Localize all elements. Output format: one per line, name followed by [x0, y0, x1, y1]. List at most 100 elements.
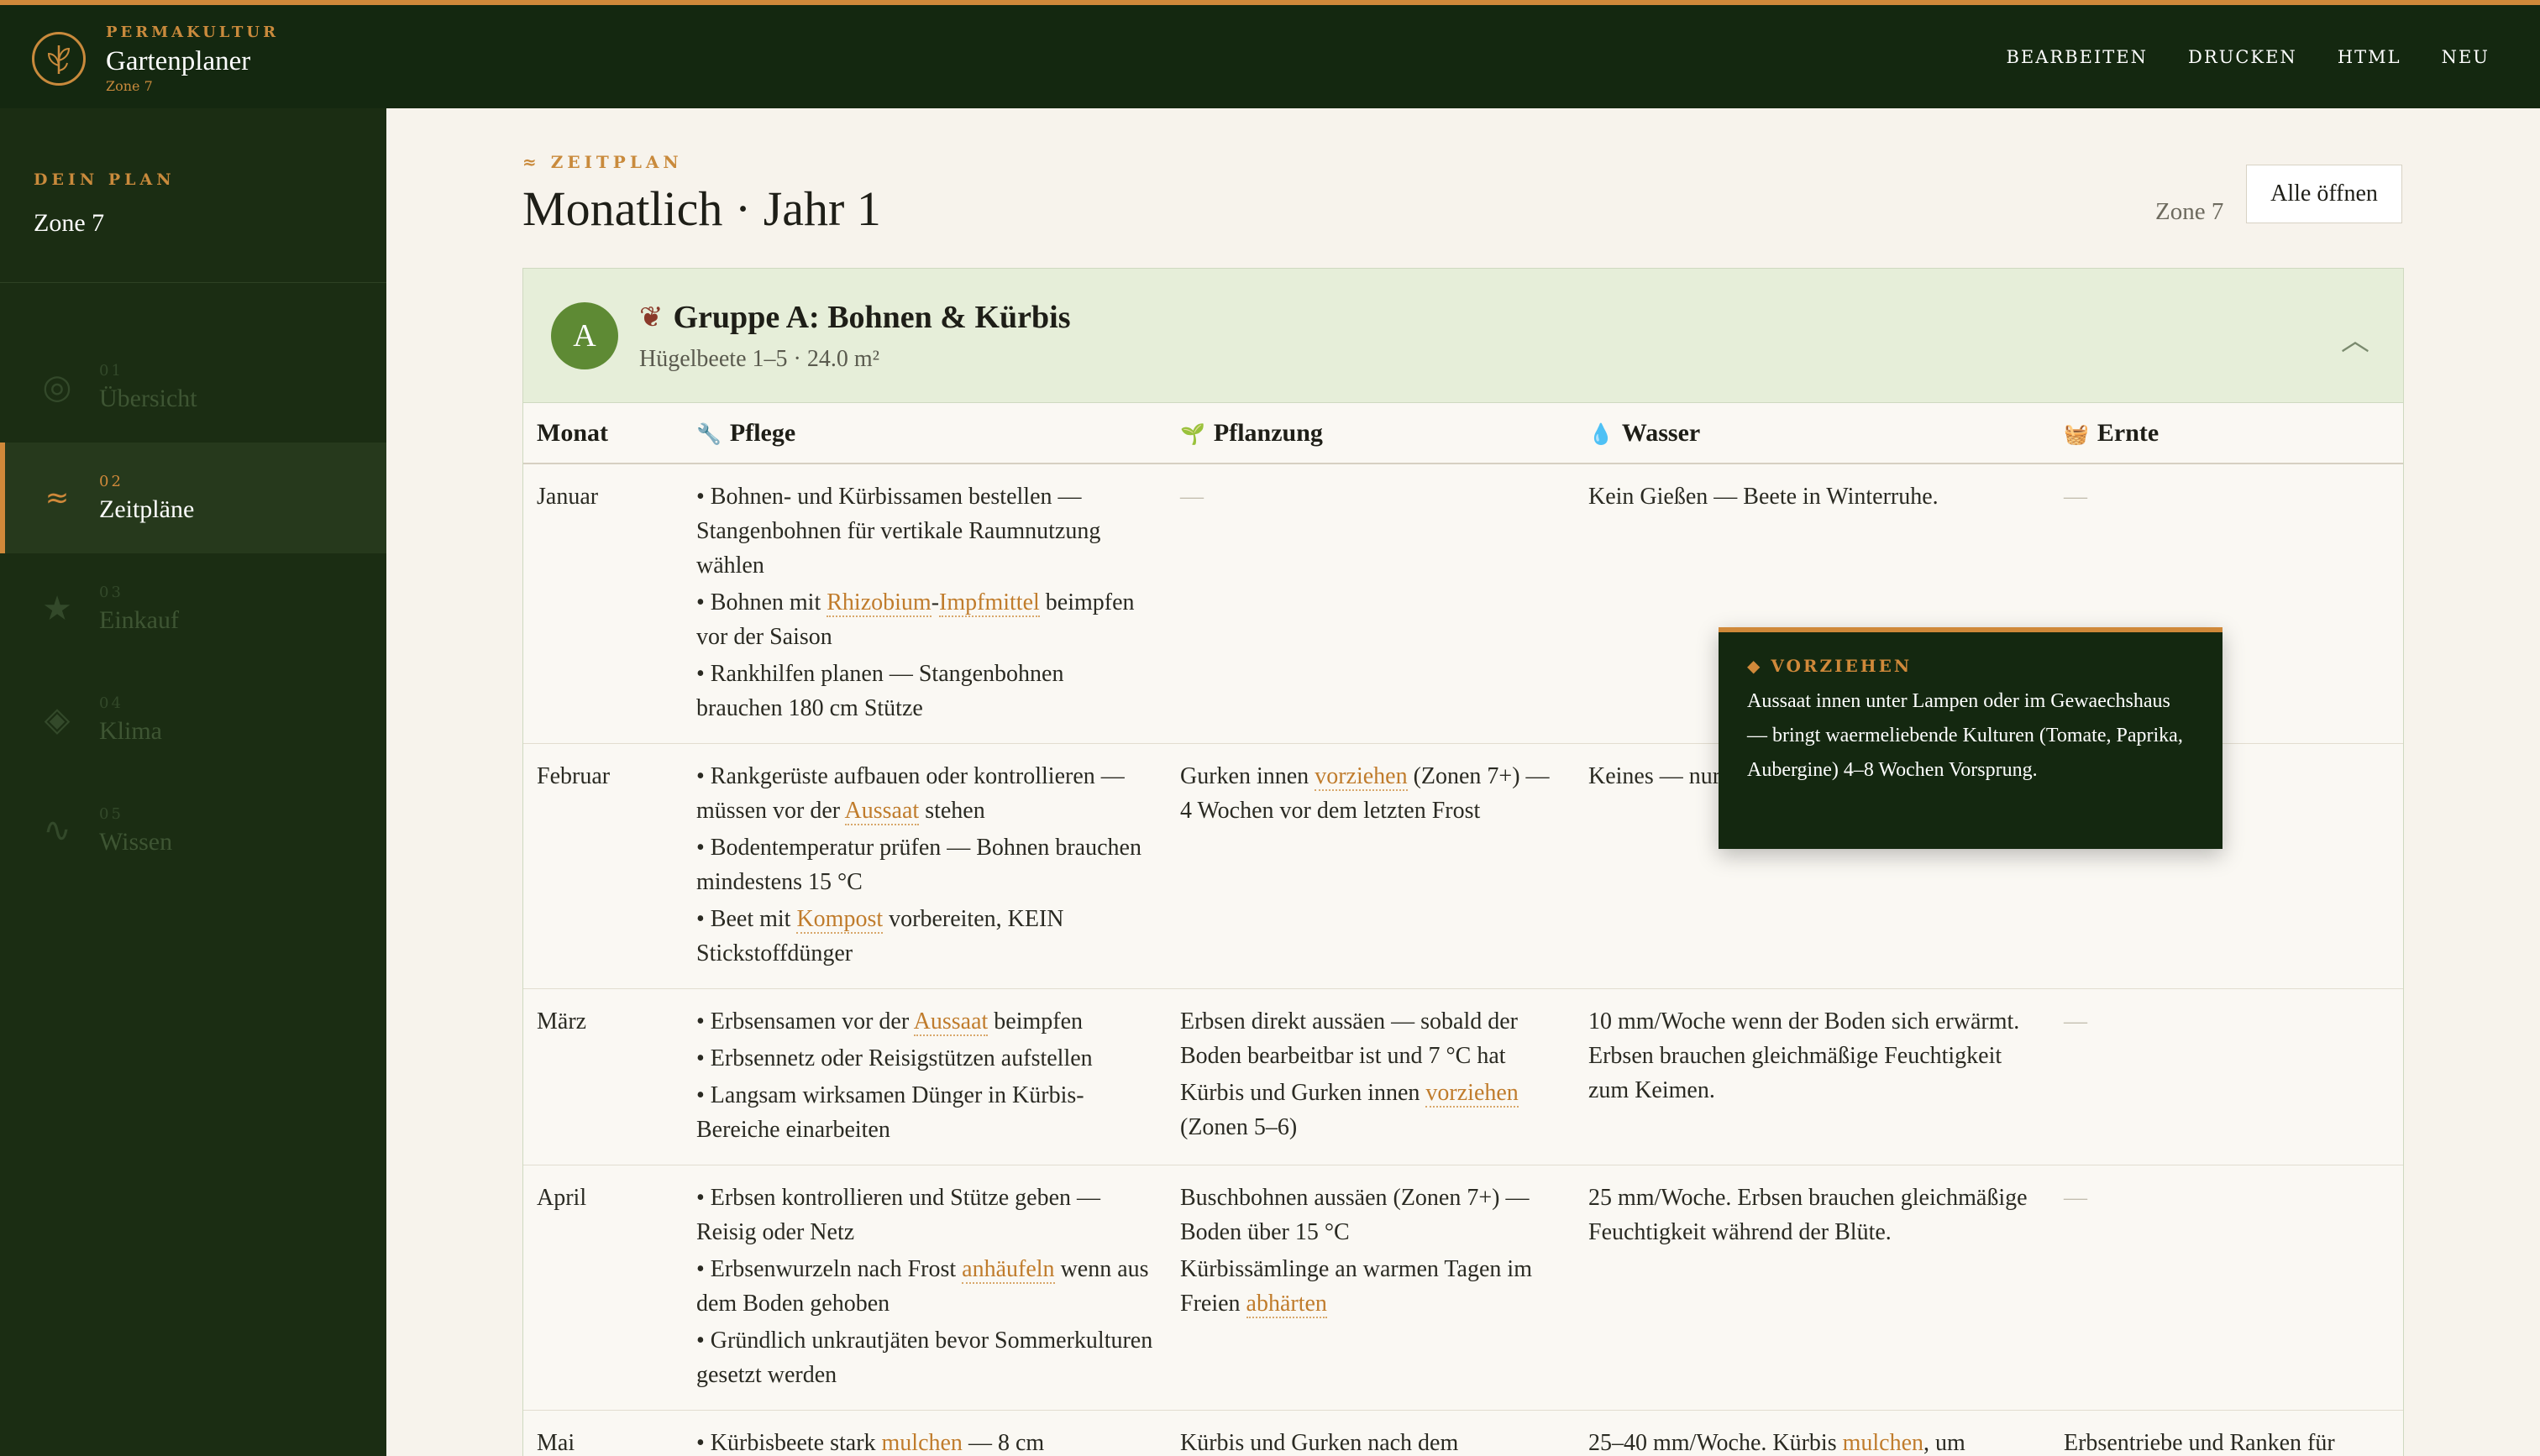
sidebar-item-schedules[interactable]: ≈02 Zeitpläne	[0, 443, 386, 553]
cell-line: Erbsen direkt aussäen — sobald der Boden…	[1180, 1004, 1561, 1073]
cell-text: • Gründlich unkrautjäten bevor Sommerkul…	[696, 1328, 1153, 1388]
glossary-link[interactable]: mulchen	[1842, 1430, 1924, 1456]
tooltip-text: Aussaat innen unter Lampen oder im Gewae…	[1747, 690, 2183, 781]
cell-text: Gurken innen	[1180, 763, 1315, 789]
top-nav: BEARBEITEN DRUCKEN HTML NEU	[2006, 47, 2490, 67]
sidebar-plan-zone: Zone 7	[34, 209, 105, 237]
glossary-link[interactable]: vorziehen	[1425, 1080, 1519, 1108]
cell-line: Kürbis und Gurken nach dem	[1180, 1426, 1561, 1456]
planting-cell: Buschbohnen aussäen (Zonen 7+) — Boden ü…	[1167, 1165, 1575, 1411]
planting-cell: Kürbis und Gurken nach dem	[1167, 1410, 1575, 1456]
brand-eyebrow: PERMAKULTUR	[106, 24, 280, 41]
table-row: März • Erbsensamen vor der Aussaat beimpf…	[523, 988, 2403, 1165]
planting-cell: —	[1167, 464, 1575, 744]
group-title-text: Gruppe A: Bohnen & Kürbis	[673, 300, 1071, 335]
column-header: Monat	[523, 403, 683, 464]
zone-label: Zone 7	[2155, 198, 2224, 225]
cell-text: • Erbsennetz oder Reisigstützen aufstell…	[696, 1045, 1093, 1071]
nav-edit-button[interactable]: BEARBEITEN	[2006, 47, 2148, 67]
glossary-link[interactable]: Kompost	[796, 906, 884, 934]
climate-icon: ◈	[44, 700, 71, 739]
harvest-cell: Erbsentriebe und Ranken für	[2050, 1410, 2403, 1456]
glossary-link[interactable]: Aussaat	[913, 1008, 989, 1036]
cell-line: • Bohnen mit Rhizobium-Impfmittel beimpf…	[696, 585, 1153, 654]
nav-html-button[interactable]: HTML	[2338, 47, 2401, 67]
month-label: Februar	[537, 763, 611, 789]
planting-cell: Gurken innen vorziehen (Zonen 7+) — 4 Wo…	[1167, 743, 1575, 989]
cell-line: • Erbsensamen vor der Aussaat beimpfen	[696, 1004, 1153, 1039]
main-content: ≈ ZEITPLAN Monatlich · Jahr 1 Zone 7 All…	[386, 108, 2540, 1456]
cell-text: beimpfen	[988, 1008, 1084, 1034]
brand-zone: Zone 7	[106, 78, 153, 94]
cell-line: • Bohnen- und Kürbissamen bestellen — St…	[696, 479, 1153, 583]
cell-text: Kürbis und Gurken nach dem	[1180, 1430, 1459, 1456]
group-badge: A	[551, 302, 618, 369]
wrench-icon: 🔧	[696, 422, 722, 446]
cell-line: • Beet mit Kompost vorbereiten, KEIN Sti…	[696, 902, 1153, 971]
sidebar-item-label: Übersicht	[99, 384, 197, 412]
nav-print-button[interactable]: DRUCKEN	[2188, 47, 2297, 67]
sidebar-item-climate[interactable]: ◈ 04 Klima	[0, 664, 386, 775]
cell-line: • Erbsen kontrollieren und Stütze geben …	[696, 1181, 1153, 1249]
sidebar-item-overview[interactable]: ◎ 01 Übersicht	[0, 332, 386, 443]
column-header: 🌱 Pflanzung	[1167, 403, 1575, 464]
column-header: 🔧 Pflege	[683, 403, 1167, 464]
sidebar-item-number: 04	[99, 694, 123, 712]
star-icon: ★	[42, 589, 72, 628]
cell-line: • Bodentemperatur prüfen — Bohnen brauch…	[696, 830, 1153, 899]
sidebar-item-knowledge[interactable]: ∿ 05 Wissen	[0, 775, 386, 886]
harvest-cell: —	[2050, 988, 2403, 1165]
sidebar-item-label: Einkauf	[99, 605, 179, 634]
cell-text: Kürbissämlinge an warmen Tagen im Freien	[1180, 1256, 1532, 1317]
glossary-link[interactable]: Rhizobium	[827, 589, 932, 617]
glossary-link[interactable]: mulchen	[881, 1430, 963, 1456]
glossary-link[interactable]: Aussaat	[844, 798, 920, 825]
cell-text: Buschbohnen aussäen (Zonen 7+) — Boden ü…	[1180, 1185, 1530, 1245]
cell-line: • Gründlich unkrautjäten bevor Sommerkul…	[696, 1323, 1153, 1392]
glossary-link[interactable]: vorziehen	[1315, 763, 1408, 791]
cell-line: —	[2064, 479, 2390, 514]
cell-text: stehen	[919, 798, 985, 824]
glossary-link[interactable]: anhäufeln	[962, 1256, 1055, 1284]
cell-line: • Erbsennetz oder Reisigstützen aufstell…	[696, 1041, 1153, 1076]
cell-text: • Bodentemperatur prüfen — Bohnen brauch…	[696, 835, 1141, 895]
care-cell: • Erbsensamen vor der Aussaat beimpfen • …	[683, 988, 1167, 1165]
glossary-link[interactable]: abhärten	[1246, 1291, 1327, 1318]
cell-text: — 8 cm	[962, 1430, 1045, 1456]
sidebar-item-label: Wissen	[99, 827, 173, 856]
brand[interactable]: PERMAKULTUR Gartenplaner Zone 7	[32, 24, 279, 94]
harvest-cell: —	[2050, 1165, 2403, 1411]
month-label: Mai	[537, 1430, 575, 1456]
water-cell: 25 mm/Woche. Erbsen brauchen gleichmäßig…	[1575, 1165, 2050, 1411]
column-header: 🧺 Ernte	[2050, 403, 2403, 464]
cell-text: • Langsam wirksamen Dünger in Kürbis-Ber…	[696, 1082, 1084, 1143]
water-cell: 10 mm/Woche wenn der Boden sich erwärmt.…	[1575, 988, 2050, 1165]
sidebar-plan-label: DEIN PLAN	[34, 170, 176, 189]
glossary-link[interactable]: Impfmittel	[939, 589, 1040, 617]
chevron-up-icon[interactable]: ︿	[2341, 317, 2369, 359]
empty-dash: —	[2064, 1185, 2087, 1211]
cell-text: Kürbis und Gurken innen	[1180, 1080, 1426, 1106]
nav-new-button[interactable]: NEU	[2442, 47, 2490, 67]
month-cell: Februar	[523, 743, 683, 989]
cell-text: • Beet mit	[696, 906, 797, 932]
knowledge-icon: ∿	[43, 811, 71, 850]
group-header[interactable]: A ❦ Gruppe A: Bohnen & Kürbis Hügelbeete…	[523, 269, 2403, 403]
cell-line: • Rankgerüste aufbauen oder kontrolliere…	[696, 759, 1153, 828]
sidebar-item-shopping[interactable]: ★ 03 Einkauf	[0, 553, 386, 664]
top-bar: PERMAKULTUR Gartenplaner Zone 7 BEARBEIT…	[0, 0, 2540, 108]
cell-text: • Erbsensamen vor der	[696, 1008, 914, 1034]
sidebar-item-number: 02	[99, 472, 123, 490]
cell-text: • Erbsenwurzeln nach Frost	[696, 1256, 963, 1282]
sidebar-item-label: Zeitpläne	[99, 495, 195, 523]
column-header-label: Monat	[537, 418, 608, 447]
cell-line: 25–40 mm/Woche. Kürbis mulchen, um	[1588, 1426, 2037, 1456]
cell-text: Erbsen direkt aussäen — sobald der Boden…	[1180, 1008, 1518, 1069]
month-label: März	[537, 1008, 587, 1034]
month-cell: April	[523, 1165, 683, 1411]
table-body: Januar • Bohnen- und Kürbissamen bestelle…	[523, 464, 2403, 1456]
cell-line: • Langsam wirksamen Dünger in Kürbis-Ber…	[696, 1078, 1153, 1147]
page-title: Monatlich · Jahr 1	[522, 181, 881, 236]
schedule-icon: ≈	[45, 481, 70, 515]
open-all-button[interactable]: Alle öffnen	[2246, 165, 2402, 223]
